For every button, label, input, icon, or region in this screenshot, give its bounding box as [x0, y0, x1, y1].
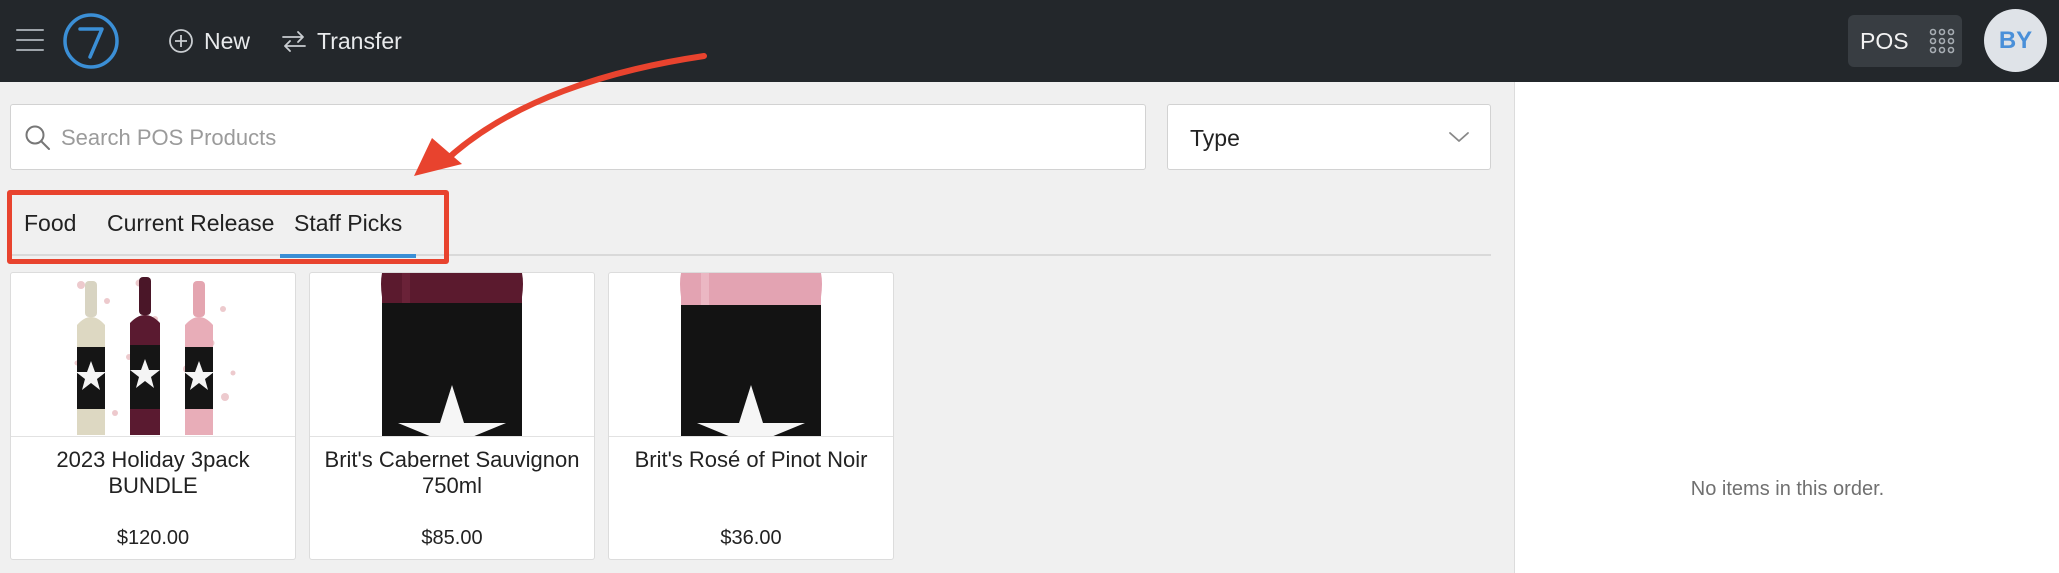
product-image — [310, 273, 594, 437]
transfer-button-label: Transfer — [317, 27, 402, 54]
plus-circle-icon — [169, 29, 193, 53]
search-box — [10, 104, 1146, 170]
product-price: $120.00 — [116, 527, 190, 549]
user-avatar[interactable]: BY — [1984, 9, 2047, 72]
transfer-arrows-icon — [282, 31, 306, 52]
product-image — [609, 273, 893, 437]
product-price: $85.00 — [421, 527, 483, 549]
type-dropdown-label: Type — [1190, 125, 1240, 151]
transfer-button[interactable]: Transfer — [281, 22, 402, 60]
hamburger-icon[interactable] — [16, 29, 44, 51]
product-name: Brit's Cabernet Sauvignon 750ml — [324, 447, 580, 498]
logo-icon[interactable] — [62, 12, 120, 70]
search-input[interactable] — [61, 117, 1121, 159]
pos-app-switcher-button[interactable]: POS — [1848, 15, 1962, 67]
search-icon — [25, 125, 50, 150]
category-tabs: Food Current Release Staff Picks — [10, 196, 1491, 258]
order-panel: No items in this order. — [1514, 82, 2059, 573]
product-card[interactable]: Brit's Cabernet Sauvignon 750ml $85.00 — [309, 272, 595, 560]
product-name: 2023 Holiday 3pack BUNDLE — [56, 447, 250, 498]
tab-current-release[interactable]: Current Release — [107, 196, 274, 254]
tab-staff-picks[interactable]: Staff Picks — [279, 196, 417, 258]
product-name: Brit's Rosé of Pinot Noir — [634, 447, 868, 472]
order-empty-message: No items in this order. — [1690, 478, 1885, 500]
apps-grid-icon — [1929, 28, 1954, 54]
product-card[interactable]: 2023 Holiday 3pack BUNDLE $120.00 — [10, 272, 296, 560]
avatar-initials: BY — [1998, 26, 2033, 54]
type-dropdown[interactable]: Type — [1167, 104, 1491, 170]
new-button-label: New — [204, 27, 251, 54]
product-card[interactable]: Brit's Rosé of Pinot Noir $36.00 — [608, 272, 894, 560]
tab-food[interactable]: Food — [24, 196, 76, 254]
pos-label: POS — [1860, 27, 1909, 54]
top-bar: New Transfer POS BY — [0, 0, 2059, 82]
new-button[interactable]: New — [168, 22, 250, 60]
chevron-down-icon — [1449, 132, 1469, 142]
product-price: $36.00 — [720, 527, 782, 549]
product-image — [11, 273, 295, 437]
